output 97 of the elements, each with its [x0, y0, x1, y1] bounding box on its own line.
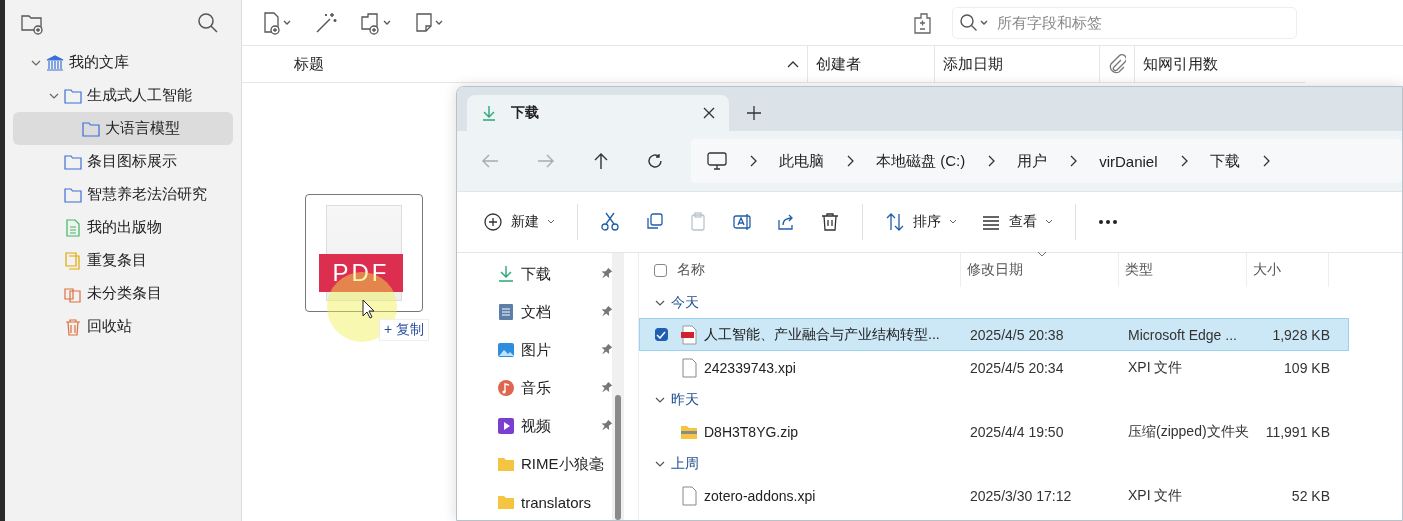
pin-icon[interactable]	[600, 306, 612, 318]
collection-icon	[82, 119, 100, 138]
column-header[interactable]: 添加日期	[943, 54, 1003, 74]
column-header[interactable]: 知网引用数	[1143, 54, 1218, 74]
address-bar[interactable]: 此电脑 本地磁盘 (C:) 用户 virDaniel 下载	[691, 139, 1402, 183]
collection-item[interactable]: 条目图标展示	[13, 145, 233, 178]
new-button[interactable]: 新建	[469, 206, 565, 238]
collection-item[interactable]: 未分类条目	[13, 277, 233, 310]
new-tab-icon[interactable]	[747, 106, 761, 120]
close-icon[interactable]	[703, 107, 715, 119]
group-header[interactable]: 上周	[639, 448, 1402, 479]
caret-icon	[1045, 219, 1053, 225]
document-icon	[497, 303, 515, 321]
folder-icon	[497, 493, 515, 511]
group-header[interactable]: 昨天	[639, 384, 1402, 415]
column-header[interactable]: 创建者	[816, 54, 861, 74]
column-header[interactable]: 大小	[1253, 261, 1281, 279]
paperclip-icon[interactable]	[1108, 54, 1126, 74]
caret-icon	[547, 219, 555, 225]
sort-icon	[885, 212, 905, 232]
collection-icon	[64, 251, 82, 270]
pin-icon[interactable]	[600, 268, 612, 280]
file-icon	[680, 357, 698, 378]
download-icon	[481, 105, 497, 121]
column-header[interactable]: 类型	[1125, 261, 1153, 279]
column-header[interactable]: 修改日期	[967, 261, 1023, 279]
breadcrumb-item[interactable]: 下载	[1209, 151, 1240, 171]
collection-item[interactable]: 重复条目	[13, 244, 233, 277]
column-header[interactable]: 标题	[294, 54, 324, 74]
navigation-item[interactable]: 下载	[457, 255, 638, 293]
pin-icon[interactable]	[600, 382, 612, 394]
collection-item[interactable]: 我的文库	[13, 46, 233, 79]
collection-item[interactable]: 我的出版物	[13, 211, 233, 244]
collection-icon	[46, 53, 64, 72]
monitor-icon	[707, 152, 727, 170]
pdf-label: PDF	[319, 254, 403, 292]
chevron-icon[interactable]	[749, 155, 757, 167]
folder-tab[interactable]: 下载	[467, 95, 729, 131]
caret-icon	[949, 219, 957, 225]
pin-icon[interactable]	[600, 344, 612, 356]
column-header[interactable]: 名称	[677, 261, 705, 279]
delete-icon	[820, 212, 840, 232]
more-icon	[1098, 220, 1118, 224]
file-row[interactable]: zotero-addons.xpi 2025/3/30 17:12 XPI 文件 52 KB	[639, 479, 1349, 512]
file-row[interactable]: D8H3T8YG.zip 2025/4/4 19:50 压缩(zipped)文件夹 11,991 KB	[639, 415, 1349, 448]
copy-icon	[644, 212, 664, 232]
chevron-icon[interactable]	[1179, 155, 1188, 167]
file-row[interactable]: 人工智能、产业融合与产业结构转型... 2025/4/5 20:38 Microsoft Edge ... 1,928 KB	[639, 318, 1349, 351]
navigation-item[interactable]: 文档	[457, 293, 638, 331]
video-icon	[497, 417, 515, 435]
collection-icon	[64, 185, 82, 204]
picture-icon	[497, 341, 515, 359]
collection-item[interactable]: 智慧养老法治研究	[13, 178, 233, 211]
collection-icon	[64, 218, 82, 237]
search-input[interactable]: 所有字段和标签	[995, 13, 1290, 32]
navigation-item[interactable]: 图片	[457, 331, 638, 369]
new-icon	[483, 212, 503, 232]
refresh-icon[interactable]	[647, 153, 663, 169]
collection-icon	[64, 152, 82, 171]
chevron-icon[interactable]	[1261, 155, 1270, 167]
share-icon	[776, 212, 796, 232]
chevron-icon[interactable]	[1069, 155, 1078, 167]
view-button[interactable]: 查看	[971, 206, 1063, 238]
navigation-item[interactable]: 视频	[457, 407, 638, 445]
scrollbar-thumb[interactable]	[615, 395, 621, 520]
navigation-item[interactable]: translators	[457, 483, 638, 520]
breadcrumb-item[interactable]: 此电脑	[779, 151, 824, 171]
chevron-icon[interactable]	[846, 155, 854, 167]
sort-button[interactable]: 排序	[875, 206, 967, 238]
collection-item[interactable]: 回收站	[13, 310, 233, 343]
collection-icon	[64, 317, 82, 336]
paste-icon	[688, 212, 708, 232]
search-field[interactable]: 所有字段和标签	[952, 6, 1297, 39]
cut-icon	[600, 212, 620, 232]
breadcrumb-item[interactable]: 用户	[1017, 151, 1048, 171]
navigation-item[interactable]: RIME小狼毫	[457, 445, 638, 483]
download-icon	[497, 265, 515, 283]
drag-action-label: + 复制	[379, 319, 430, 341]
music-icon	[497, 379, 515, 397]
breadcrumb-item[interactable]: virDaniel	[1099, 152, 1158, 170]
group-header[interactable]: 今天	[639, 287, 1402, 318]
checkbox[interactable]	[654, 328, 668, 341]
up-arrow-icon[interactable]	[593, 152, 609, 170]
select-all-checkbox[interactable]	[653, 263, 667, 277]
navigation-item[interactable]: 音乐	[457, 369, 638, 407]
collection-item[interactable]: 大语言模型	[13, 112, 233, 145]
file-icon	[680, 485, 698, 506]
search-icon[interactable]	[197, 12, 219, 34]
breadcrumb-item[interactable]: 本地磁盘 (C:)	[876, 151, 966, 171]
file-row[interactable]: 242339743.xpi 2025/4/5 20:34 XPI 文件 109 KB	[639, 351, 1349, 384]
collection-icon	[64, 86, 82, 105]
pdf-file-icon	[680, 324, 698, 345]
rename-icon	[732, 212, 752, 232]
chevron-icon[interactable]	[987, 155, 996, 167]
pin-icon[interactable]	[600, 420, 612, 432]
collection-item[interactable]: 生成式人工智能	[13, 79, 233, 112]
folder-icon	[497, 455, 515, 473]
